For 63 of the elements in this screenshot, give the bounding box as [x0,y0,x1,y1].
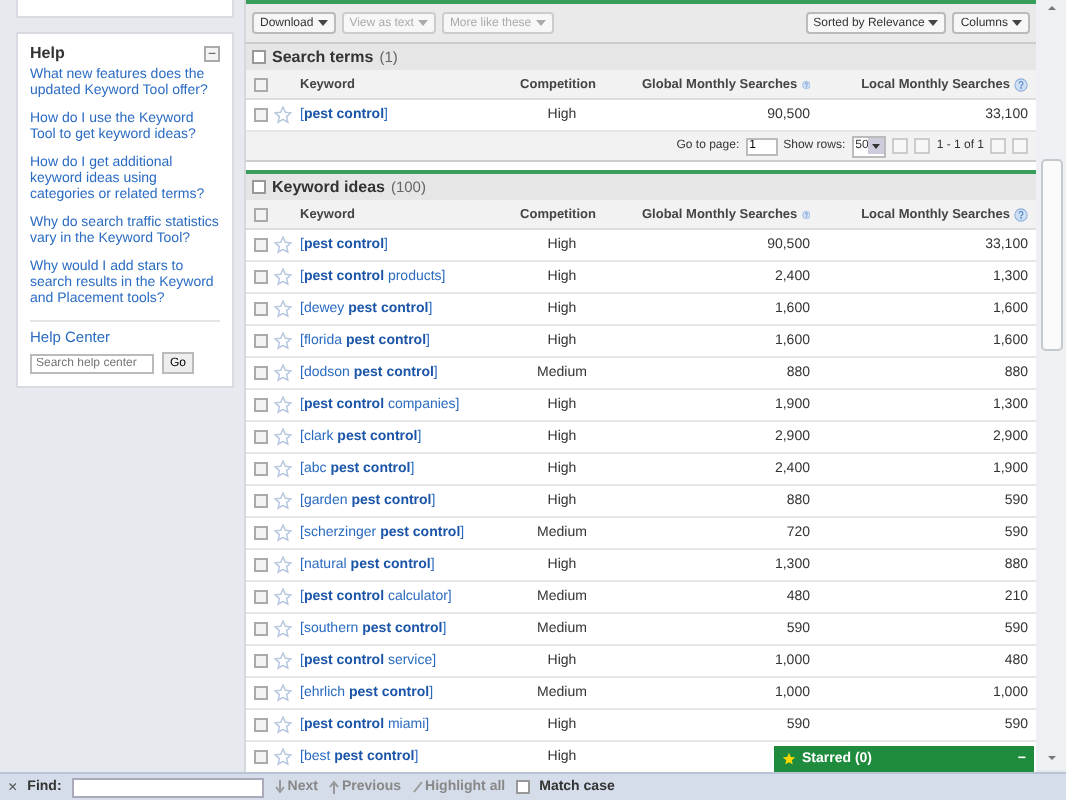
row-checkbox[interactable] [254,398,268,412]
star-icon[interactable] [274,620,292,638]
highlighter-icon [411,780,424,794]
previous-page-button[interactable] [914,138,931,154]
section-title: Keyword ideas [272,178,385,196]
help-icon[interactable] [1014,77,1028,91]
caret-icon [1012,20,1022,26]
star-icon[interactable] [274,492,292,510]
star-icon[interactable] [274,332,292,350]
row-checkbox[interactable] [254,462,268,476]
row-checkbox[interactable] [254,334,268,348]
first-page-button[interactable] [892,138,909,154]
row-checkbox[interactable] [254,302,268,316]
select-all-checkbox[interactable] [254,207,268,221]
close-button[interactable]: × [8,778,18,796]
down-arrow-icon [273,780,286,794]
caret-icon [417,20,428,26]
star-icon[interactable] [274,300,292,318]
row-checkbox[interactable] [254,430,268,444]
row-checkbox[interactable] [254,686,268,700]
caret-icon [928,20,939,26]
help-icon[interactable] [1014,207,1028,221]
row-checkbox[interactable] [254,718,268,732]
star-icon[interactable] [274,236,292,254]
star-icon[interactable] [274,748,292,766]
star-icon[interactable] [274,364,292,382]
row-checkbox[interactable] [254,494,268,508]
help-icon[interactable] [801,207,810,221]
help-icon[interactable] [801,77,810,91]
collapse-icon[interactable] [252,180,266,194]
row-checkbox[interactable] [254,526,268,540]
find-field[interactable] [71,777,264,797]
up-arrow-icon [327,780,340,794]
star-icon[interactable] [274,588,292,606]
star-icon[interactable] [274,716,292,734]
star-icon [782,752,796,766]
match-case-checkbox[interactable] [515,780,530,794]
row-checkbox[interactable] [254,654,268,668]
row-checkbox[interactable] [254,622,268,636]
section-title: Search terms [272,48,374,66]
row-checkbox[interactable] [254,750,268,764]
star-icon[interactable] [274,652,292,670]
last-page-button[interactable] [1012,138,1028,154]
row-checkbox[interactable] [254,238,268,252]
star-icon[interactable] [274,460,292,478]
collapse-icon[interactable] [252,50,266,64]
caret-icon [317,20,328,26]
row-checkbox[interactable] [254,590,268,604]
next-page-button[interactable] [990,138,1006,154]
star-icon[interactable] [274,556,292,574]
row-checkbox[interactable] [254,270,268,284]
star-icon[interactable] [274,524,292,542]
star-icon[interactable] [274,268,292,286]
row-checkbox[interactable] [254,558,268,572]
star-icon[interactable] [274,684,292,702]
select-all-checkbox[interactable] [254,77,268,91]
star-icon[interactable] [274,106,292,124]
star-icon[interactable] [274,428,292,446]
caret-icon [535,20,546,26]
row-checkbox[interactable] [254,108,268,122]
panel-title: Help [30,44,65,62]
star-icon[interactable] [274,396,292,414]
row-checkbox[interactable] [254,366,268,380]
